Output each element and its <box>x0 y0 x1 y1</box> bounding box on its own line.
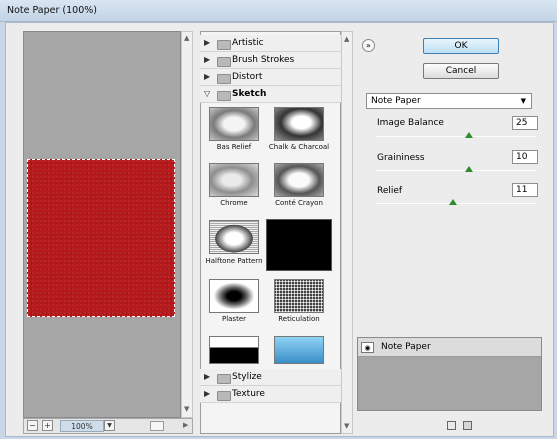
category-artistic[interactable]: ▶ Artistic <box>200 35 341 52</box>
relief-slider-knob[interactable] <box>448 199 457 205</box>
thumb-bas-relief[interactable] <box>209 107 259 141</box>
open-folder-icon <box>217 91 231 101</box>
thumb-label: Chrome <box>220 199 248 207</box>
expand-triangle-icon: ▶ <box>204 38 211 47</box>
chevron-down-icon: ▼ <box>520 97 526 105</box>
window-title: Note Paper (100%) <box>7 5 98 16</box>
folder-icon <box>217 391 231 401</box>
folder-icon <box>217 40 231 50</box>
scroll-down-arrow-icon[interactable]: ▼ <box>184 405 189 413</box>
scroll-up-arrow-icon[interactable]: ▲ <box>184 34 189 42</box>
filter-select[interactable]: Note Paper ▼ <box>366 93 532 109</box>
thumb-halftone-pattern[interactable] <box>209 220 259 254</box>
collapse-triangle-icon: ▽ <box>204 89 211 98</box>
thumb-note-paper-selected[interactable] <box>266 219 332 271</box>
zoom-in-button[interactable]: + <box>42 420 53 431</box>
preview-horizontal-scroll-thumb[interactable] <box>150 421 164 431</box>
thumb-label: Halftone Pattern <box>205 257 263 265</box>
thumb-conte-crayon[interactable] <box>274 163 324 197</box>
graininess-slider[interactable] <box>376 170 536 171</box>
category-brush-strokes[interactable]: ▶ Brush Strokes <box>200 52 341 69</box>
preview-image <box>27 159 175 317</box>
new-effect-layer-icon[interactable] <box>447 421 456 430</box>
thumb-label: Reticulation <box>278 315 320 323</box>
expand-triangle-icon: ▶ <box>204 372 211 381</box>
delete-effect-layer-icon[interactable] <box>463 421 472 430</box>
zoom-dropdown-arrow-icon[interactable]: ▼ <box>104 420 115 431</box>
zoom-out-button[interactable]: − <box>27 420 38 431</box>
category-label: Sketch <box>232 89 267 99</box>
thumb-label: Conté Crayon <box>275 199 323 207</box>
thumb-label: Bas Relief <box>216 143 252 151</box>
category-label: Brush Strokes <box>232 55 295 65</box>
category-texture[interactable]: ▶ Texture <box>200 386 341 403</box>
graininess-slider-knob[interactable] <box>464 166 473 172</box>
thumb-reticulation[interactable] <box>274 279 324 313</box>
image-balance-slider-knob[interactable] <box>464 132 473 138</box>
thumb-chrome[interactable] <box>209 163 259 197</box>
category-distort[interactable]: ▶ Distort <box>200 69 341 86</box>
expand-triangle-icon: ▶ <box>204 72 211 81</box>
gallery-scroll-down-icon[interactable]: ▼ <box>344 422 349 430</box>
thumb-stamp[interactable] <box>209 336 259 364</box>
category-label: Texture <box>232 389 265 399</box>
category-label: Stylize <box>232 372 262 382</box>
gallery-scroll-up-icon[interactable]: ▲ <box>344 35 349 43</box>
image-balance-slider[interactable] <box>376 136 536 137</box>
folder-icon <box>217 374 231 384</box>
eye-icon[interactable]: ◉ <box>361 342 374 353</box>
gallery-scrollbar[interactable]: ▲ ▼ <box>341 31 353 434</box>
param-label-relief: Relief <box>377 186 403 196</box>
param-label-image-balance: Image Balance <box>377 118 444 128</box>
folder-icon <box>217 74 231 84</box>
param-label-graininess: Graininess <box>377 153 425 163</box>
category-label: Distort <box>232 72 263 82</box>
zoom-level[interactable]: 100% <box>60 420 104 432</box>
category-sketch[interactable]: ▽ Sketch <box>200 86 341 103</box>
folder-icon <box>217 57 231 67</box>
thumb-label: Plaster <box>221 315 247 323</box>
image-balance-input[interactable]: 25 <box>512 116 538 130</box>
expand-triangle-icon: ▶ <box>204 389 211 398</box>
expand-triangle-icon: ▶ <box>204 55 211 64</box>
collapse-gallery-button[interactable]: » <box>362 39 375 52</box>
preview-vertical-scrollbar[interactable]: ▲ ▼ <box>181 31 193 418</box>
graininess-input[interactable]: 10 <box>512 150 538 164</box>
thumb-label: Chalk & Charcoal <box>268 143 330 151</box>
thumb-torn-edges[interactable] <box>274 336 324 364</box>
cancel-button[interactable]: Cancel <box>423 63 499 79</box>
ok-button[interactable]: OK <box>423 38 499 54</box>
category-label: Artistic <box>232 38 264 48</box>
thumb-plaster[interactable] <box>209 279 259 313</box>
filter-select-value: Note Paper <box>371 96 421 106</box>
effect-layer-name: Note Paper <box>381 342 431 352</box>
relief-input[interactable]: 11 <box>512 183 538 197</box>
category-stylize[interactable]: ▶ Stylize <box>200 369 341 386</box>
thumb-chalk-charcoal[interactable] <box>274 107 324 141</box>
scroll-right-arrow-icon[interactable]: ▶ <box>183 421 188 429</box>
